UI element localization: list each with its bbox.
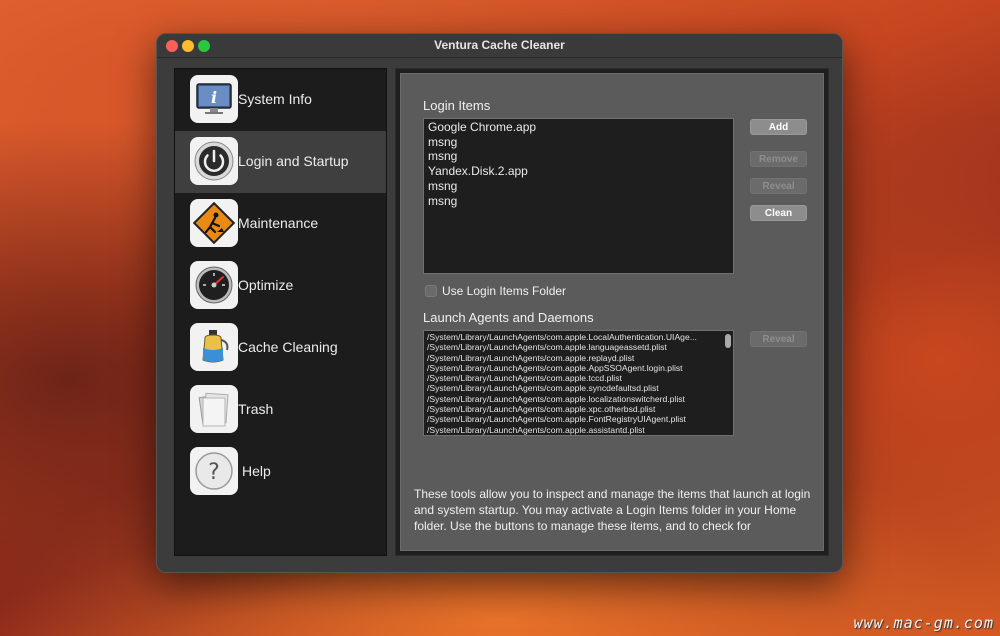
main-panel: Login Items Google Chrome.app msng msng … [395, 68, 829, 556]
use-login-items-folder-label: Use Login Items Folder [442, 284, 567, 298]
list-item[interactable]: /System/Library/LaunchAgents/com.apple.x… [424, 404, 722, 414]
svg-text:i: i [211, 88, 217, 107]
power-icon [190, 137, 238, 185]
svg-text:?: ? [208, 460, 220, 485]
question-mark-icon: ? [190, 447, 238, 495]
list-item[interactable]: msng [424, 179, 733, 194]
sidebar-item-cache-cleaning[interactable]: Cache Cleaning [175, 317, 386, 379]
clean-button[interactable]: Clean [750, 205, 807, 221]
sidebar-item-optimize[interactable]: Optimize [175, 255, 386, 317]
trash-papers-icon [190, 385, 238, 433]
sidebar-item-login-and-startup[interactable]: Login and Startup [175, 131, 386, 193]
vacuum-bottle-icon [190, 323, 238, 371]
remove-button[interactable]: Remove [750, 151, 807, 167]
scrollbar-thumb[interactable] [725, 334, 731, 348]
list-item[interactable]: /System/Library/LaunchAgents/com.apple.t… [424, 373, 722, 383]
use-login-items-folder-checkbox[interactable] [425, 285, 437, 297]
gauge-icon [190, 261, 238, 309]
sidebar-item-help[interactable]: ? Help [175, 441, 386, 503]
list-item[interactable]: /System/Library/LaunchAgents/com.apple.s… [424, 383, 722, 393]
sidebar-item-label: Help [242, 463, 271, 479]
list-item[interactable]: Yandex.Disk.2.app [424, 164, 733, 179]
sidebar-item-label: Maintenance [238, 215, 319, 231]
sidebar-item-label: Optimize [238, 277, 294, 293]
list-item[interactable]: /System/Library/LaunchAgents/com.apple.l… [424, 394, 722, 404]
sidebar-item-system-info[interactable]: i System Info [175, 69, 386, 131]
help-description: These tools allow you to inspect and man… [414, 487, 811, 533]
app-window: Ventura Cache Cleaner i System Info Logi… [156, 33, 843, 573]
construction-sign-icon [190, 199, 238, 247]
sidebar-item-maintenance[interactable]: Maintenance [175, 193, 386, 255]
sidebar-item-label: Trash [238, 401, 274, 417]
add-button[interactable]: Add [750, 119, 807, 135]
list-item[interactable]: /System/Library/LaunchAgents/com.apple.F… [424, 414, 722, 424]
list-item[interactable]: /System/Library/LaunchAgents/com.apple.L… [424, 332, 722, 342]
system-info-icon: i [190, 75, 238, 123]
list-item[interactable]: msng [424, 194, 733, 209]
sidebar-item-label: System Info [238, 91, 312, 107]
window-title: Ventura Cache Cleaner [434, 38, 565, 52]
login-startup-panel: Login Items Google Chrome.app msng msng … [400, 73, 824, 551]
launch-agents-list[interactable]: /System/Library/LaunchAgents/com.apple.L… [423, 330, 734, 436]
list-item[interactable]: /System/Library/LaunchAgents/com.apple.r… [424, 353, 722, 363]
sidebar-item-label: Login and Startup [238, 153, 349, 169]
title-bar[interactable]: Ventura Cache Cleaner [157, 34, 842, 58]
reveal-login-item-button[interactable]: Reveal [750, 178, 807, 194]
login-items-label: Login Items [423, 98, 491, 113]
sidebar-item-trash[interactable]: Trash [175, 379, 386, 441]
list-item[interactable]: /System/Library/LaunchAgents/com.apple.a… [424, 425, 722, 435]
sidebar-item-label: Cache Cleaning [238, 339, 338, 355]
list-item[interactable]: msng [424, 149, 733, 164]
list-item[interactable]: msng [424, 135, 733, 150]
list-item[interactable]: /System/Library/LaunchAgents/com.apple.l… [424, 342, 722, 352]
reveal-launch-agent-button[interactable]: Reveal [750, 331, 807, 347]
watermark: www.mac-gm.com [853, 614, 994, 632]
launch-agents-label: Launch Agents and Daemons [423, 310, 594, 325]
list-item[interactable]: /System/Library/LaunchAgents/com.apple.A… [424, 363, 722, 373]
list-item[interactable]: Google Chrome.app [424, 120, 733, 135]
sidebar: i System Info Login and Startup Maintena… [174, 68, 387, 556]
login-items-list[interactable]: Google Chrome.app msng msng Yandex.Disk.… [423, 118, 734, 274]
